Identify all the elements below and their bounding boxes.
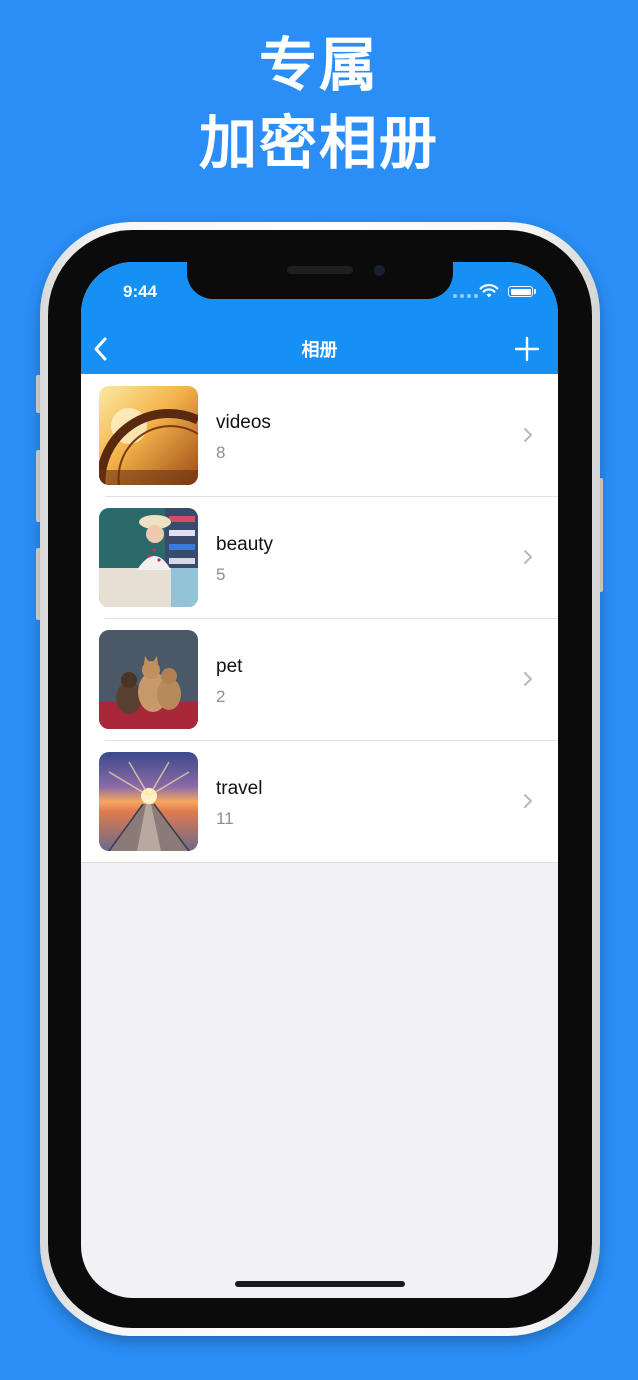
album-thumbnail-travel xyxy=(99,752,198,851)
battery-cap xyxy=(534,289,536,294)
album-row-beauty[interactable]: beauty 5 xyxy=(81,496,558,618)
promo-line-2: 加密相册 xyxy=(198,109,439,177)
album-name: beauty xyxy=(216,534,274,555)
signal-dots-icon xyxy=(453,294,478,298)
status-time: 9:44 xyxy=(123,282,158,301)
album-name: pet xyxy=(216,656,243,677)
album-row-videos[interactable]: videos 8 xyxy=(81,374,558,496)
album-list: videos 8 beauty 5 pet 2 travel 11 xyxy=(81,374,558,863)
album-name: videos xyxy=(216,412,271,433)
album-row-pet[interactable]: pet 2 xyxy=(81,618,558,740)
chevron-right-icon xyxy=(524,428,532,442)
chevron-right-icon xyxy=(524,550,532,564)
phone-screen: 9:44 相册 videos 8 beauty 5 pet 2 travel 1… xyxy=(81,262,558,1298)
wifi-icon xyxy=(479,284,499,298)
album-thumbnail-beauty xyxy=(99,508,198,607)
navigation-bar: 相册 xyxy=(81,324,558,374)
front-camera xyxy=(374,265,385,276)
chevron-right-icon xyxy=(524,672,532,686)
notch xyxy=(187,262,453,299)
album-count: 2 xyxy=(216,687,226,706)
battery-icon xyxy=(508,286,533,297)
speaker-grille xyxy=(287,266,353,274)
home-indicator[interactable] xyxy=(235,1281,405,1287)
album-row-travel[interactable]: travel 11 xyxy=(81,740,558,862)
album-count: 5 xyxy=(216,565,226,584)
album-name: travel xyxy=(216,778,263,799)
album-count: 11 xyxy=(216,809,234,828)
album-count: 8 xyxy=(216,443,226,462)
album-thumbnail-pet xyxy=(99,630,198,729)
album-thumbnail-videos xyxy=(99,386,198,485)
chevron-right-icon xyxy=(524,794,532,808)
plus-icon[interactable] xyxy=(513,335,541,363)
page-title: 相册 xyxy=(301,340,338,361)
promo-line-1: 专属 xyxy=(258,31,379,99)
